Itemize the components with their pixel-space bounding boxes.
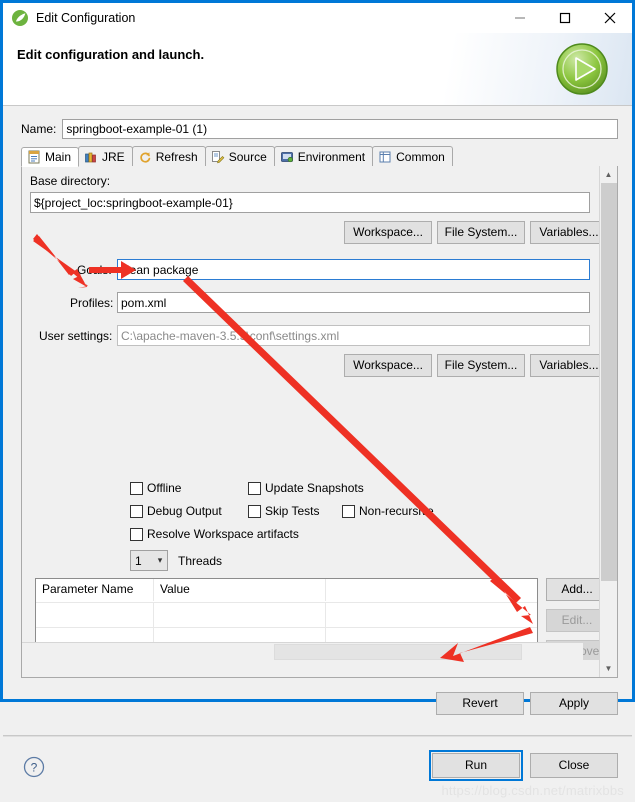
- tab-refresh[interactable]: Refresh: [131, 146, 206, 166]
- help-question-icon[interactable]: ?: [23, 756, 45, 778]
- vertical-scrollbar[interactable]: ▲ ▼: [599, 166, 617, 677]
- base-dir-filesystem-button[interactable]: File System...: [437, 221, 525, 244]
- springboot-leaf-icon: [11, 9, 29, 27]
- column-header-value: Value: [154, 579, 326, 601]
- dialog-body: Name: Main: [3, 106, 632, 798]
- checkbox-offline[interactable]: Offline: [130, 481, 181, 495]
- tab-jre[interactable]: JRE: [78, 146, 133, 166]
- dialog-banner: Edit configuration and launch.: [3, 33, 632, 106]
- user-settings-filesystem-button[interactable]: File System...: [437, 354, 525, 377]
- tab-environment-label: Environment: [297, 149, 366, 164]
- scroll-down-icon[interactable]: ▼: [600, 660, 617, 677]
- common-icon: [378, 150, 392, 164]
- goals-label: Goals:: [77, 263, 112, 277]
- tab-main[interactable]: Main: [21, 147, 80, 167]
- base-dir-workspace-button[interactable]: Workspace...: [344, 221, 432, 244]
- user-settings-input[interactable]: [117, 325, 590, 346]
- tab-refresh-label: Refresh: [155, 149, 198, 164]
- close-button[interactable]: [587, 3, 632, 33]
- checkbox-offline-label: Offline: [147, 481, 182, 495]
- main-tab-content: Base directory: Workspace... File System…: [22, 166, 600, 660]
- configuration-name-input[interactable]: [62, 119, 618, 139]
- chevron-down-icon: ▾: [157, 555, 163, 565]
- svg-text:?: ?: [31, 761, 38, 775]
- column-header-extra: [326, 579, 537, 601]
- checkbox-non-recursive-label: Non-recursive: [359, 504, 434, 518]
- profiles-input[interactable]: [117, 292, 590, 313]
- tab-environment[interactable]: Environment: [273, 146, 374, 166]
- edit-parameter-button: Edit...: [546, 609, 600, 632]
- tab-source[interactable]: Source: [204, 146, 275, 166]
- maximize-button[interactable]: [542, 3, 587, 33]
- environment-icon: [280, 150, 294, 164]
- footer-buttons: Run Close: [429, 750, 618, 781]
- parameters-table-header: Parameter Name Value: [36, 579, 537, 602]
- checkbox-offline-box[interactable]: [130, 481, 143, 495]
- goals-input[interactable]: [117, 259, 590, 280]
- base-directory-input[interactable]: [30, 192, 590, 213]
- run-play-icon: [552, 39, 612, 99]
- window-title: Edit Configuration: [36, 11, 136, 25]
- threads-label: Threads: [178, 554, 223, 568]
- title-bar: Edit Configuration: [3, 3, 632, 33]
- banner-title: Edit configuration and launch.: [17, 47, 205, 62]
- base-dir-variables-button[interactable]: Variables...: [530, 221, 600, 244]
- checkbox-debug-output[interactable]: Debug Output: [130, 504, 222, 518]
- checkbox-resolve-workspace-artifacts-box[interactable]: [130, 527, 143, 541]
- cell-value: [154, 603, 326, 627]
- vertical-scrollbar-thumb[interactable]: [601, 183, 617, 581]
- tab-jre-label: JRE: [102, 149, 125, 164]
- checkbox-resolve-workspace-artifacts-label: Resolve Workspace artifacts: [147, 527, 299, 541]
- checkbox-resolve-workspace-artifacts[interactable]: Resolve Workspace artifacts: [130, 527, 299, 541]
- refresh-icon: [138, 150, 152, 164]
- name-row: Name:: [21, 118, 618, 140]
- checkbox-update-snapshots[interactable]: Update Snapshots: [248, 481, 364, 495]
- dialog-footer: ? Run Close https://blog.csdn.net/matrix…: [3, 736, 632, 802]
- checkbox-skip-tests-label: Skip Tests: [265, 504, 320, 518]
- minimize-button[interactable]: [497, 3, 542, 33]
- horizontal-scrollbar[interactable]: [22, 642, 583, 660]
- tab-main-label: Main: [45, 150, 72, 164]
- revert-apply-row: Revert Apply: [436, 692, 618, 715]
- run-button[interactable]: Run: [429, 750, 523, 781]
- edit-configuration-dialog: Edit Configuration Edit configuration an…: [0, 0, 635, 798]
- checkbox-debug-output-label: Debug Output: [147, 504, 222, 518]
- user-settings-label: User settings:: [39, 329, 113, 343]
- checkbox-debug-output-box[interactable]: [130, 504, 143, 518]
- checkbox-skip-tests-box[interactable]: [248, 504, 261, 518]
- close-button-footer[interactable]: Close: [530, 753, 618, 778]
- name-label: Name:: [21, 122, 57, 136]
- revert-button[interactable]: Revert: [436, 692, 524, 715]
- tab-common[interactable]: Common: [372, 146, 453, 166]
- watermark: https://blog.csdn.net/matrixbbs: [441, 783, 624, 798]
- tab-common-label: Common: [396, 149, 445, 164]
- source-edit-icon: [211, 150, 225, 164]
- jre-library-icon: [84, 150, 98, 164]
- horizontal-scrollbar-thumb[interactable]: [274, 644, 522, 660]
- apply-button[interactable]: Apply: [530, 692, 618, 715]
- threads-select[interactable]: 1 ▾: [130, 550, 168, 571]
- base-directory-label: Base directory:: [30, 174, 111, 188]
- checkbox-skip-tests[interactable]: Skip Tests: [248, 504, 319, 518]
- cell-extra: [326, 603, 537, 627]
- user-settings-workspace-button[interactable]: Workspace...: [344, 354, 432, 377]
- main-form-icon: [27, 150, 41, 164]
- tab-source-label: Source: [228, 149, 267, 164]
- scroll-up-icon[interactable]: ▲: [600, 166, 617, 183]
- tab-bar: Main JRE Refresh Source Environment Comm…: [21, 146, 618, 167]
- checkbox-non-recursive[interactable]: Non-recursive: [342, 504, 434, 518]
- cell-parameter-name: [36, 603, 154, 627]
- user-settings-variables-button[interactable]: Variables...: [530, 354, 600, 377]
- checkbox-update-snapshots-label: Update Snapshots: [265, 481, 364, 495]
- threads-value: 1: [135, 553, 142, 568]
- column-header-parameter-name: Parameter Name: [36, 579, 154, 601]
- main-tab-panel: Base directory: Workspace... File System…: [21, 166, 618, 678]
- add-parameter-button[interactable]: Add...: [546, 578, 600, 601]
- table-row[interactable]: [36, 602, 537, 627]
- profiles-label: Profiles:: [70, 296, 114, 310]
- checkbox-non-recursive-box[interactable]: [342, 504, 355, 518]
- checkbox-update-snapshots-box[interactable]: [248, 481, 261, 495]
